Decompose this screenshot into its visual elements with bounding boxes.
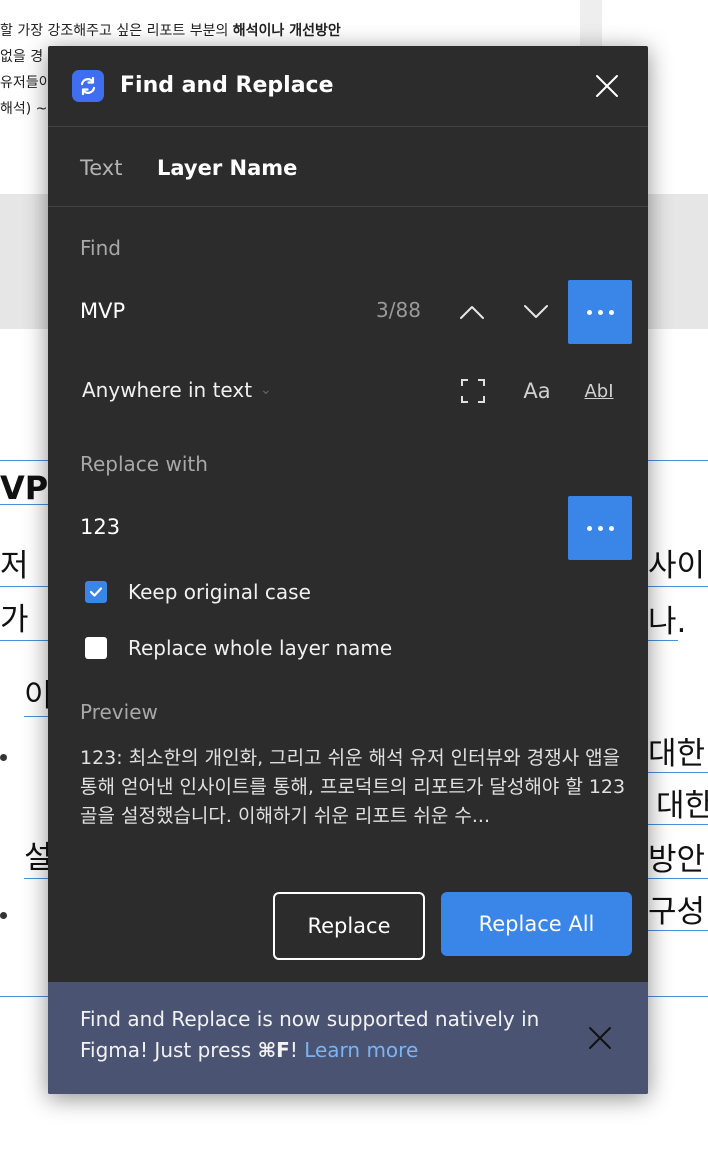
background-fragment: 방안 xyxy=(648,842,706,878)
whole-word-icon[interactable] xyxy=(458,376,488,406)
background-underline xyxy=(0,586,50,587)
chevron-down-icon: ⌄ xyxy=(260,382,272,398)
regex-icon[interactable]: AbI xyxy=(582,376,616,406)
background-underline xyxy=(648,586,708,587)
background-underline xyxy=(0,504,50,505)
close-icon[interactable] xyxy=(593,72,621,100)
replace-input[interactable] xyxy=(80,512,540,542)
preview-label: Preview xyxy=(80,700,158,724)
background-fragment: 사이 xyxy=(648,548,706,584)
previous-match-button[interactable] xyxy=(454,294,490,330)
keep-original-case-checkbox[interactable] xyxy=(85,581,107,603)
checkmark-icon xyxy=(89,587,103,597)
background-fragment: 대한 xyxy=(648,736,706,772)
background-scrollbar xyxy=(580,0,602,50)
match-case-icon[interactable]: Aa xyxy=(520,376,554,406)
replace-label: Replace with xyxy=(80,452,208,476)
find-input[interactable] xyxy=(80,296,360,326)
panel-header: Find and Replace xyxy=(48,46,648,127)
background-line-1: 할 가장 강조해주고 싶은 리포트 부분의 xyxy=(0,23,229,39)
find-more-options-button[interactable] xyxy=(568,280,632,344)
background-fragment: 가 xyxy=(0,602,29,638)
background-fragment: 대한 xyxy=(656,788,708,824)
background-underline xyxy=(648,930,708,931)
background-underline xyxy=(0,640,50,641)
background-underline xyxy=(24,716,50,717)
scope-dropdown[interactable]: Anywhere in text ⌄ xyxy=(82,378,272,402)
background-fragment: 저 xyxy=(0,548,29,584)
background-heading: VP xyxy=(0,469,49,507)
learn-more-link[interactable]: Learn more xyxy=(304,1038,418,1062)
match-count: 3/88 xyxy=(376,298,421,322)
notice-shortcut: ⌘F xyxy=(257,1038,290,1062)
replace-whole-layer-name-checkbox[interactable] xyxy=(85,637,107,659)
notice-text: Find and Replace is now supported native… xyxy=(80,1004,570,1066)
preview-text: 123: 최소한의 개인화, 그리고 쉬운 해석 유저 인터뷰와 경쟁사 앱을 … xyxy=(80,747,626,827)
close-icon[interactable] xyxy=(588,1026,612,1050)
tab-text[interactable]: Text xyxy=(80,154,122,182)
replace-button[interactable]: Replace xyxy=(273,892,425,960)
replace-more-options-button[interactable] xyxy=(568,496,632,560)
background-underline xyxy=(24,878,50,879)
mode-tabs: Text Layer Name xyxy=(48,127,648,207)
replace-all-button[interactable]: Replace All xyxy=(441,892,632,956)
background-bullet xyxy=(0,754,7,761)
notice-text-after: ! xyxy=(289,1038,305,1062)
replace-whole-layer-name-label[interactable]: Replace whole layer name xyxy=(128,635,392,661)
background-underline xyxy=(648,878,708,879)
background-underline xyxy=(648,772,708,773)
chevron-up-icon xyxy=(460,306,484,319)
find-replace-icon xyxy=(72,70,104,102)
more-icon xyxy=(586,309,614,315)
background-underline xyxy=(648,824,708,825)
scope-value: Anywhere in text xyxy=(82,378,253,402)
background-fragment: 나. xyxy=(648,604,687,640)
background-bullet xyxy=(0,912,7,919)
find-replace-panel: Find and Replace Text Layer Name Find 3/… xyxy=(48,46,648,1094)
native-support-notice: Find and Replace is now supported native… xyxy=(48,982,648,1094)
more-icon xyxy=(586,525,614,531)
find-label: Find xyxy=(80,236,121,260)
keep-original-case-label[interactable]: Keep original case xyxy=(128,579,311,605)
chevron-down-icon xyxy=(524,305,548,318)
background-fragment: 구성 xyxy=(648,894,706,930)
panel-title: Find and Replace xyxy=(120,73,334,98)
background-underline xyxy=(648,640,678,641)
next-match-button[interactable] xyxy=(518,294,554,330)
tab-layer-name[interactable]: Layer Name xyxy=(157,154,297,182)
background-line-1-bold: 해석이나 개선방안 xyxy=(232,23,341,39)
